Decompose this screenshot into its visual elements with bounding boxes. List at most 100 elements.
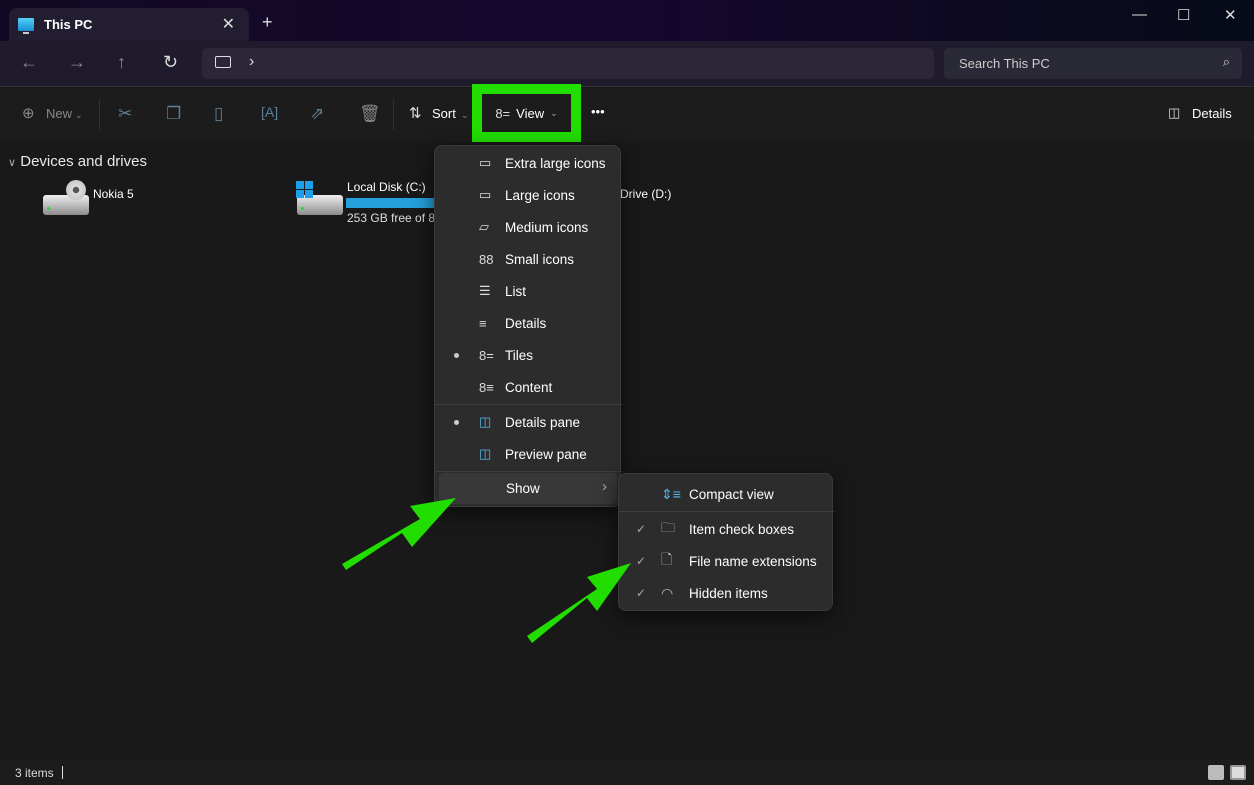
divider [393,100,394,130]
menu-item-hidden-items[interactable]: ✓ ◠ Hidden items [619,577,834,609]
this-pc-icon [215,56,231,68]
menu-item-details-pane[interactable]: ◫ Details pane [435,406,622,438]
menu-item-file-name-extensions[interactable]: ✓ 🗋 File name extensions [619,545,834,577]
large-icons-icon: ▭ [479,187,492,202]
chevron-down-icon: ∨ [8,157,17,169]
share-icon[interactable]: ⇗ [310,104,324,124]
status-bar: 3 items [0,760,1254,785]
hard-drive-icon [297,195,343,215]
folder-checkbox-icon: 🗀 [661,519,675,535]
details-view-toggle-icon[interactable] [1208,765,1224,780]
preview-pane-icon: ◫ [479,446,492,461]
menu-item-small-icons[interactable]: 88 Small icons [435,243,622,275]
file-extension-icon: 🗋 [661,551,673,567]
list-icon: ☰ [479,283,491,298]
chevron-down-icon: ⌄ [75,110,83,120]
menu-item-item-check-boxes[interactable]: ✓ 🗀 Item check boxes [619,513,834,545]
item-count: 3 items [15,766,54,780]
title-bar: This PC ✕ + — ☐ ✕ [0,0,1254,41]
command-bar: ⊕ New ⌄ ✂ ❐ ▯ [A] ⇗ 🗑 ⇅ Sort ⌄ ••• ◫ Det… [0,88,1254,142]
menu-item-details[interactable]: ≡ Details [435,307,622,339]
drive-name: Local Disk (C:) [347,180,426,194]
delete-icon[interactable]: 🗑 [359,104,381,124]
annotation-arrow-extensions [527,563,631,643]
up-button[interactable]: ↑ [117,52,126,73]
this-pc-icon [18,18,34,34]
minimize-button[interactable]: — [1132,6,1147,23]
sort-button[interactable]: Sort [432,106,456,121]
tab-this-pc[interactable]: This PC ✕ [9,8,249,41]
paste-icon[interactable]: ▯ [214,104,223,124]
devices-section-header[interactable]: ∨ Devices and drives [8,153,147,170]
drive-usage-bar [346,198,434,208]
menu-divider [435,471,622,472]
menu-item-show[interactable]: Show › [439,473,617,504]
chevron-down-icon: ⌄ [550,107,558,118]
chevron-down-icon: ⌄ [461,110,469,120]
rename-icon[interactable]: [A] [261,104,278,120]
more-options-button[interactable]: ••• [591,104,605,119]
refresh-button[interactable]: ↻ [163,52,178,73]
small-icons-icon: 88 [479,251,494,267]
divider [62,766,63,779]
drive-free-space: 253 GB free of 89 [347,211,442,225]
menu-divider [619,511,834,512]
address-bar[interactable]: › [202,48,934,79]
content-icon: 8≡ [479,379,494,395]
section-title: Devices and drives [20,153,147,170]
extra-large-icons-icon: ▭ [479,155,492,170]
details-pane-icon: ◫ [479,414,492,429]
annotation-arrow-show [342,498,456,570]
search-icon: ⌕ [1222,54,1230,69]
new-tab-button[interactable]: + [262,12,273,33]
view-button[interactable]: 8= View ⌄ [482,94,571,132]
checkmark-icon: ✓ [636,554,647,568]
divider [99,100,100,130]
new-button[interactable]: New [46,106,72,121]
menu-item-list[interactable]: ☰ List [435,275,622,307]
menu-item-content[interactable]: 8≡ Content [435,371,622,403]
tiles-icon: 8= [479,347,494,363]
eye-icon: ◠ [661,584,674,601]
navigation-bar: ← → ↑ ↻ › Search This PC ⌕ [0,41,1254,87]
tab-title: This PC [44,17,93,32]
maximize-button[interactable]: ☐ [1177,6,1190,24]
phone-drive-icon [43,195,89,215]
new-icon: ⊕ [22,105,35,122]
view-dropdown-menu: ▭ Extra large icons ▭ Large icons ▱ Medium … [434,145,622,507]
drive-name: Drive (D:) [620,187,672,201]
large-icons-view-toggle-icon[interactable] [1230,765,1246,780]
show-label: Show [506,481,540,496]
menu-item-tiles[interactable]: 8= Tiles [435,339,622,371]
sort-icon: ⇅ [409,105,422,122]
close-window-button[interactable]: ✕ [1224,6,1237,24]
cut-icon[interactable]: ✂ [118,104,132,124]
close-tab-icon[interactable]: ✕ [222,14,235,34]
drive-name: Nokia 5 [93,187,134,201]
search-placeholder: Search This PC [959,56,1050,71]
search-input[interactable]: Search This PC ⌕ [944,48,1242,79]
checkmark-icon: ✓ [636,522,647,536]
details-button[interactable]: Details [1192,106,1232,121]
details-pane-icon: ◫ [1168,105,1181,120]
forward-button[interactable]: → [68,52,86,73]
menu-item-compact-view[interactable]: ⇕≡ Compact view [619,478,834,510]
selected-indicator [454,419,459,425]
windows-logo-icon [296,181,313,198]
menu-item-medium-icons[interactable]: ▱ Medium icons [435,211,622,243]
compact-view-icon: ⇕≡ [661,485,681,502]
menu-item-preview-pane[interactable]: ◫ Preview pane [435,438,622,470]
view-icon: 8= [495,105,511,121]
menu-item-large-icons[interactable]: ▭ Large icons [435,179,622,211]
show-submenu: ⇕≡ Compact view ✓ 🗀 Item check boxes ✓ 🗋 File… [618,473,834,611]
copy-icon[interactable]: ❐ [166,104,181,124]
selected-indicator [454,352,459,358]
menu-item-extra-large-icons[interactable]: ▭ Extra large icons [435,147,622,179]
breadcrumb-chevron-icon[interactable]: › [249,53,254,71]
chevron-right-icon: › [602,478,607,495]
checkmark-icon: ✓ [636,586,647,600]
view-label: View [516,105,545,121]
back-button[interactable]: ← [20,52,38,73]
details-icon: ≡ [479,315,487,331]
menu-divider [435,404,622,405]
